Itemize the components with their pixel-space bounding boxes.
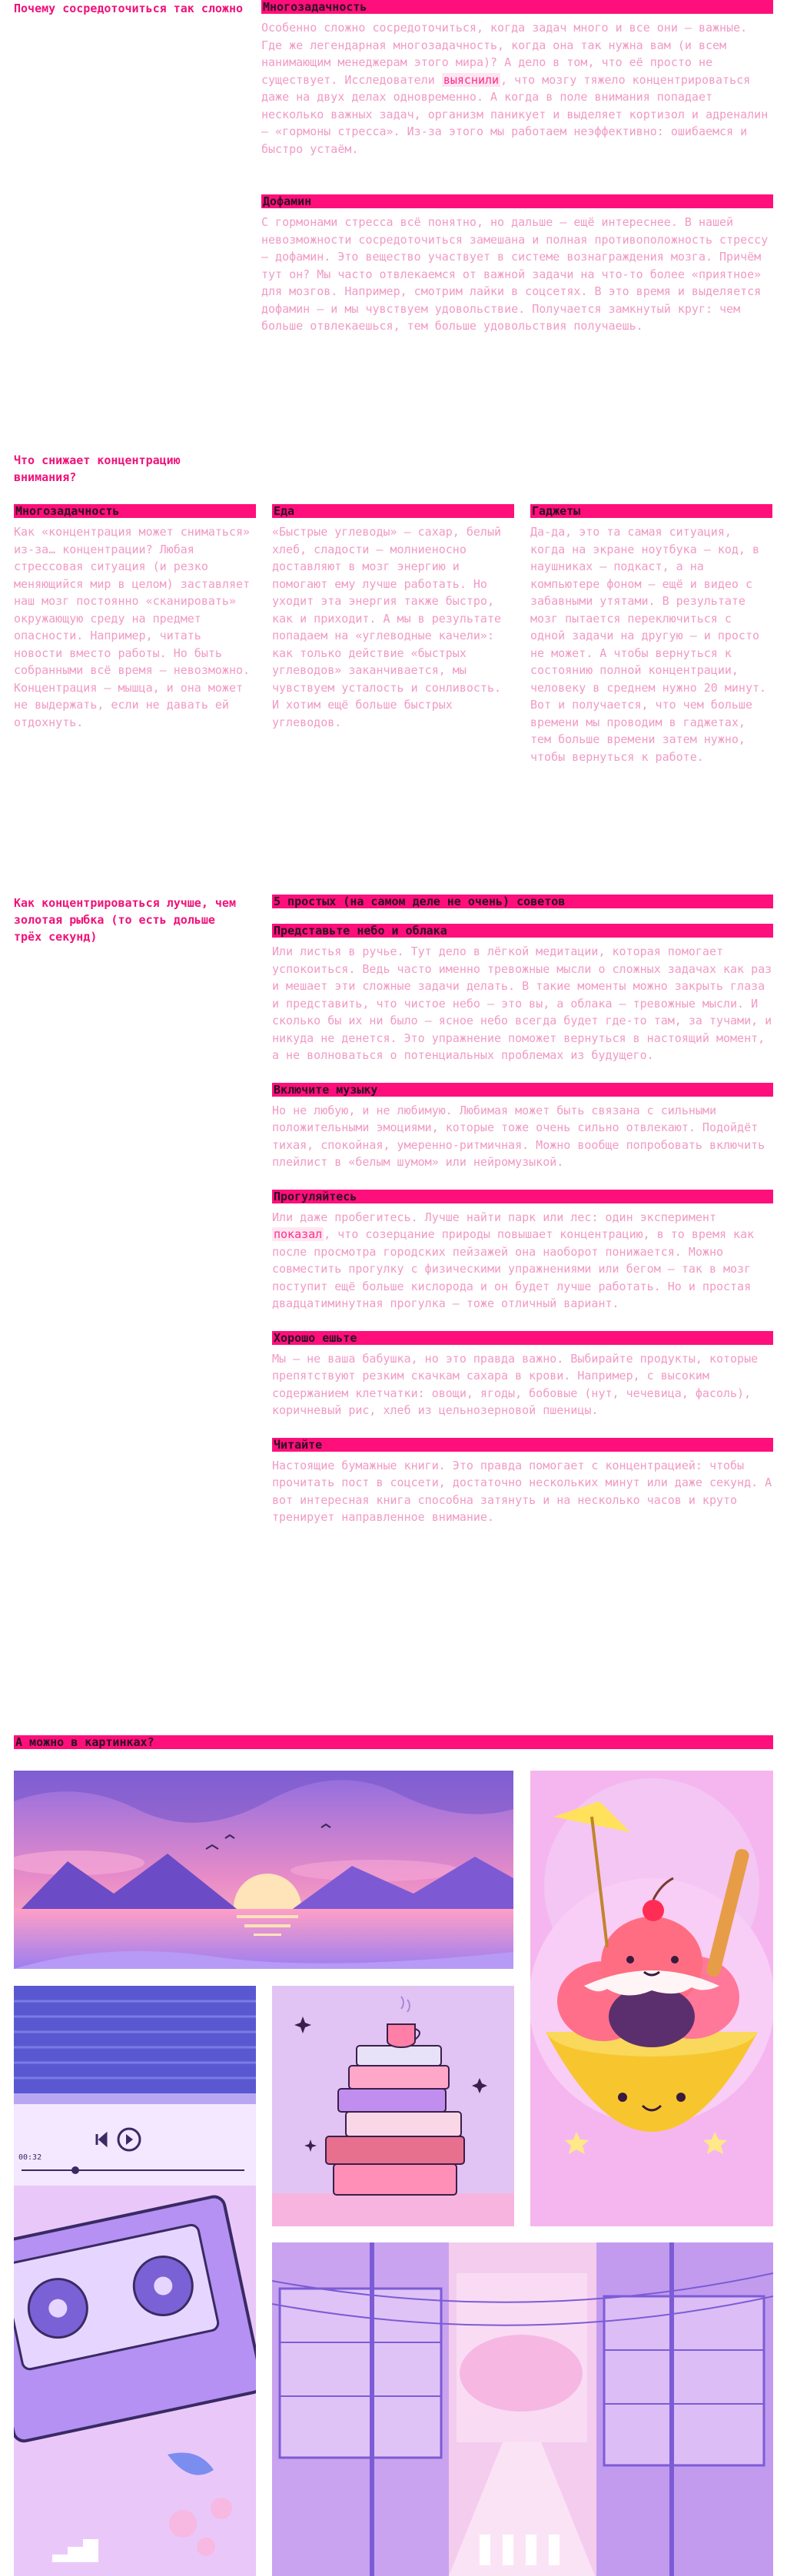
- tip-sky: Представьте небо и облака Или листья в р…: [272, 924, 773, 1064]
- article-multitask: Многозадачность Особенно сложно сосредот…: [261, 0, 773, 158]
- subheading-bar: Включите музыку: [272, 1082, 773, 1097]
- ice-cream-illustration: [530, 1771, 773, 2226]
- tips-list: 5 простых (на самом деле не очень) совет…: [272, 895, 773, 1526]
- cassette-illustration: 00:32: [14, 1986, 256, 2576]
- paragraph: Но не любую, и не любимую. Любимая может…: [272, 1103, 765, 1170]
- tip-eat: Хорошо ешьте Мы — не ваша бабушка, но эт…: [272, 1330, 773, 1419]
- tip-music: Включите музыку Но не любую, и не любиму…: [272, 1082, 773, 1171]
- subheading-bar: Еда: [272, 504, 514, 518]
- subheading-bar: Представьте небо и облака: [272, 924, 773, 938]
- section-title: Почему сосредоточиться так сложно: [14, 2, 244, 15]
- gallery-section: А можно в картинках? 00:32: [14, 1735, 773, 2576]
- street-illustration: [272, 2242, 773, 2576]
- column-food: Еда «Быстрые углеводы» — сахар, белый хл…: [272, 504, 514, 731]
- paragraph: Особенно сложно сосредоточиться, когда з…: [261, 21, 769, 156]
- paragraph: Мы — не ваша бабушка, но это правда важн…: [272, 1351, 759, 1418]
- research-link[interactable]: выяснили: [441, 72, 501, 87]
- paragraph: Или даже пробегитесь. Лучше найти парк и…: [272, 1210, 755, 1310]
- experiment-link[interactable]: показал: [272, 1227, 324, 1241]
- subheading-bar: Дофамин: [261, 194, 773, 208]
- tips-bar: 5 простых (на самом деле не очень) совет…: [272, 895, 773, 908]
- subheading-bar: Многозадачность: [14, 504, 256, 518]
- subheading-bar: Многозадачность: [261, 0, 773, 14]
- subheading-bar: Читайте: [272, 1437, 773, 1452]
- paragraph: Как «концентрация может сниматься» из-за…: [14, 525, 251, 729]
- paragraph: Или листья в ручье. Тут дело в лёгкой ме…: [272, 944, 772, 1062]
- article-dopamine: Дофамин С гормонами стресса всё понятно,…: [261, 194, 773, 335]
- column-gadgets: Гаджеты Да-да, это та самая ситуация, ко…: [530, 504, 772, 765]
- column-multitask: Многозадачность Как «концентрация может …: [14, 504, 256, 731]
- paragraph: Да-да, это та самая ситуация, когда на э…: [530, 525, 767, 764]
- section-title: Что снижает концентрацию внимания?: [14, 453, 181, 484]
- subheading-bar: Прогуляйтесь: [272, 1189, 773, 1203]
- paragraph: С гормонами стресса всё понятно, но даль…: [261, 215, 769, 333]
- sunset-illustration: [14, 1771, 513, 1969]
- tip-read: Читайте Настоящие бумажные книги. Это пр…: [272, 1437, 773, 1526]
- subheading-bar: Гаджеты: [530, 504, 772, 518]
- tip-walk: Прогуляйтесь Или даже пробегитесь. Лучше…: [272, 1189, 773, 1313]
- cassette-time-label: 00:32: [18, 2153, 42, 2162]
- paragraph: Настоящие бумажные книги. Это правда пом…: [272, 1458, 772, 1525]
- section-title: Как концентрироваться лучше, чем золотая…: [14, 896, 236, 944]
- books-illustration: [272, 1986, 514, 2226]
- paragraph: «Быстрые углеводы» — сахар, белый хлеб, …: [272, 525, 502, 729]
- subheading-bar: Хорошо ешьте: [272, 1330, 773, 1345]
- gallery-bar: А можно в картинках?: [14, 1735, 773, 1749]
